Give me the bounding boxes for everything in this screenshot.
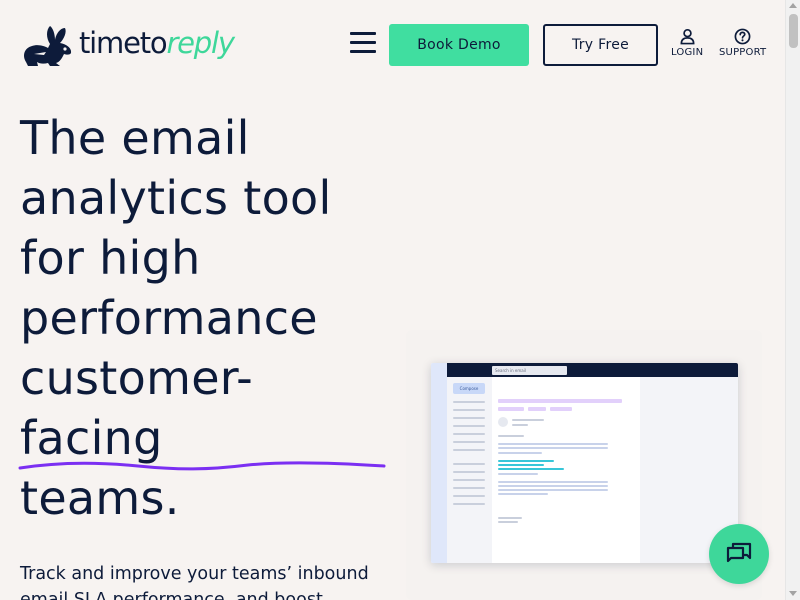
mock-compose-button: Compose: [453, 383, 485, 394]
chat-bubbles-icon: [726, 542, 752, 563]
login-link[interactable]: LOGIN: [671, 28, 703, 58]
site-header: timetoreply Book Demo Try Free LOGIN SUP…: [0, 0, 785, 88]
login-label: LOGIN: [671, 47, 704, 58]
support-label: SUPPORT: [719, 47, 767, 58]
hero-title-line: for high: [20, 231, 201, 285]
product-screenshot: Search in email Compose: [431, 363, 738, 563]
hamburger-line: [350, 50, 376, 53]
logo[interactable]: timetoreply: [20, 22, 235, 66]
hero-title-line: The email: [20, 111, 250, 165]
logo-text-part1: timeto: [79, 26, 168, 60]
book-demo-button[interactable]: Book Demo: [389, 24, 529, 66]
user-icon: [680, 28, 695, 45]
logo-text-part2: reply: [166, 26, 235, 60]
mock-search-input: Search in email: [492, 366, 567, 375]
mock-sidebar: [431, 363, 447, 563]
mock-topbar: Search in email: [447, 363, 738, 377]
scrollbar-thumb[interactable]: [789, 14, 798, 48]
rabbit-logo-icon: [24, 26, 72, 66]
hero-subtitle: Track and improve your teams’ inbound em…: [20, 564, 369, 600]
mock-folder-list: Compose: [447, 377, 492, 563]
page-scrollbar[interactable]: [785, 0, 800, 600]
hamburger-icon[interactable]: [350, 32, 376, 56]
hamburger-line: [350, 32, 376, 35]
scroll-down-arrow-icon[interactable]: [789, 591, 797, 596]
hero-title-line: analytics tool: [20, 171, 332, 225]
hero-title-line: performance: [20, 291, 318, 345]
hero-title-line: customer-: [20, 351, 253, 405]
hero-title-line: teams.: [20, 471, 180, 525]
scroll-up-arrow-icon[interactable]: [789, 3, 797, 8]
question-icon: [734, 28, 751, 45]
chat-button[interactable]: [709, 524, 769, 584]
hamburger-line: [350, 41, 376, 44]
underline-squiggle: [18, 461, 386, 471]
try-free-button[interactable]: Try Free: [543, 24, 658, 66]
support-link[interactable]: SUPPORT: [719, 28, 766, 58]
logo-wordmark: timetoreply: [79, 26, 235, 60]
mock-email-view: [492, 377, 640, 563]
